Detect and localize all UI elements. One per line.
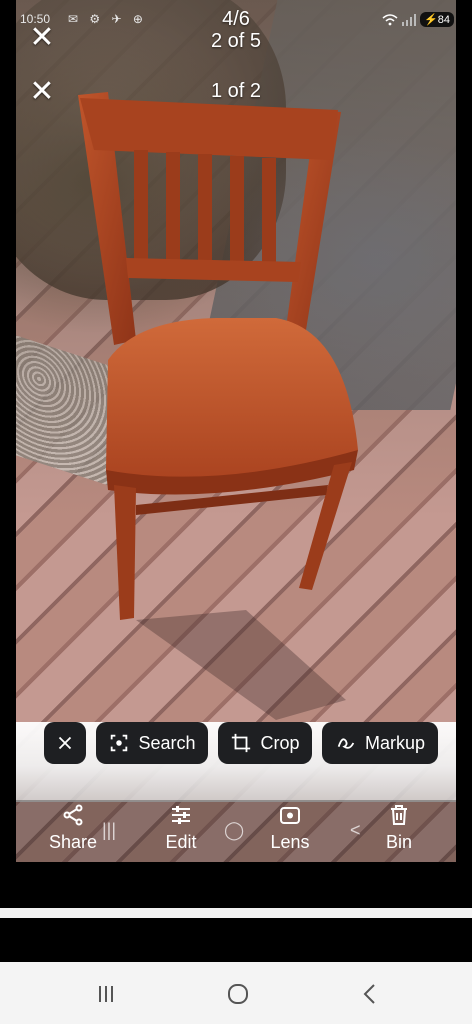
- share-icon: [63, 804, 83, 826]
- lens-search-icon: [111, 734, 128, 752]
- back-icon: [363, 984, 375, 1004]
- search-chip-label: Search: [138, 732, 196, 753]
- recents-button[interactable]: [86, 980, 126, 1008]
- lens-label: Lens: [270, 832, 310, 852]
- markup-chip-button[interactable]: Markup: [322, 722, 438, 764]
- markup-icon: [337, 738, 355, 749]
- ghost-back-icon: <: [350, 820, 361, 840]
- ghost-home-icon: ◯: [224, 820, 245, 840]
- crop-chip-label: Crop: [260, 732, 300, 753]
- crop-icon: [232, 733, 251, 753]
- image-counter-primary: 4/6: [222, 8, 250, 30]
- bin-button[interactable]: Bin: [354, 800, 444, 853]
- crop-chip-button[interactable]: Crop: [218, 722, 312, 764]
- close-icon[interactable]: ✕: [28, 23, 56, 53]
- bin-label: Bin: [385, 832, 412, 852]
- image-counter-secondary: 2 of 5: [210, 30, 262, 52]
- back-button[interactable]: [350, 980, 390, 1008]
- ghost-recents-icon: |||: [102, 820, 117, 840]
- system-nav-bar: [0, 962, 472, 1024]
- lens-button[interactable]: Lens: [245, 800, 335, 853]
- edit-sliders-icon: [172, 806, 190, 824]
- home-icon: [228, 984, 248, 1004]
- lens-icon: [280, 807, 300, 824]
- search-chip-button[interactable]: Search: [96, 722, 208, 764]
- image-counter-tertiary: 1 of 2: [210, 80, 262, 102]
- edit-button[interactable]: Edit: [136, 800, 226, 853]
- close-icon: [58, 736, 72, 750]
- divider-bar: [0, 908, 472, 918]
- trash-icon: [391, 805, 407, 825]
- markup-chip-label: Markup: [364, 732, 426, 753]
- recents-icon: [99, 986, 113, 1002]
- dismiss-chip-button[interactable]: [44, 722, 86, 764]
- close-icon[interactable]: ✕: [28, 77, 56, 107]
- lens-chip-row: Search Crop Markup: [16, 722, 456, 802]
- home-button[interactable]: [218, 980, 258, 1008]
- edit-label: Edit: [165, 832, 197, 852]
